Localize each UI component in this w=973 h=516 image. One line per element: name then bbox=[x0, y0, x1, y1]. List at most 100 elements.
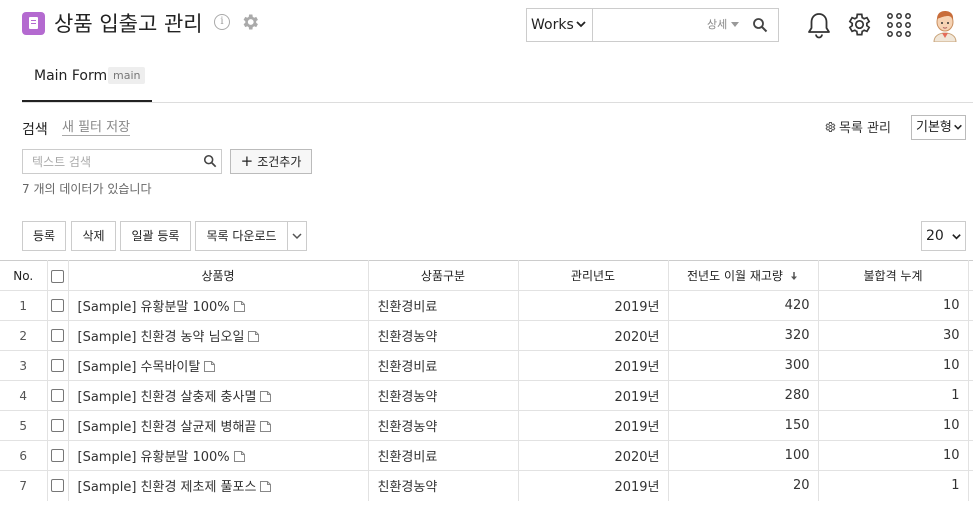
info-icon[interactable]: i bbox=[214, 14, 230, 30]
open-document-icon[interactable] bbox=[259, 390, 272, 403]
product-name-cell: [Sample] 유황분말 100% bbox=[68, 290, 369, 321]
open-document-icon[interactable] bbox=[203, 360, 216, 373]
text-search-input[interactable] bbox=[23, 150, 193, 173]
open-document-icon[interactable] bbox=[233, 300, 246, 313]
product-name-link[interactable]: [Sample] 수목바이탈 bbox=[78, 360, 201, 375]
bulk-register-button[interactable]: 일괄 등록 bbox=[120, 221, 191, 251]
sort-desc-icon[interactable] bbox=[789, 271, 799, 281]
category-cell: 친환경농약 bbox=[368, 410, 519, 441]
apps-grid-icon[interactable] bbox=[886, 12, 912, 38]
triangle-down-icon bbox=[731, 22, 740, 27]
page-size-select[interactable]: 20 bbox=[921, 221, 966, 251]
table-row[interactable]: 7 [Sample] 친환경 제초제 풀포스 친환경농약 2019년 20 1 bbox=[0, 470, 973, 501]
list-manage-label: 목록 관리 bbox=[839, 121, 891, 136]
year-cell: 2020년 bbox=[518, 320, 669, 351]
year-cell: 2020년 bbox=[518, 440, 669, 471]
column-header-no[interactable]: No. bbox=[0, 260, 48, 291]
row-select-cell bbox=[47, 440, 69, 471]
spacer-cell bbox=[968, 350, 973, 381]
stock-cell: 100 bbox=[668, 440, 819, 471]
gear-icon[interactable] bbox=[240, 12, 260, 32]
defects-cell: 10 bbox=[818, 350, 969, 381]
product-name-link[interactable]: [Sample] 유황분말 100% bbox=[78, 300, 230, 315]
column-header-stock-label: 전년도 이월 재고량 bbox=[687, 269, 783, 283]
row-number: 7 bbox=[0, 470, 48, 501]
defects-cell: 1 bbox=[818, 380, 969, 411]
view-type-label: 기본형 bbox=[916, 120, 952, 135]
select-all-checkbox[interactable] bbox=[51, 269, 64, 283]
page-size-value: 20 bbox=[926, 228, 944, 244]
row-checkbox[interactable] bbox=[51, 389, 64, 402]
tab-main-form[interactable]: Main Form main bbox=[22, 58, 152, 102]
gear-icon bbox=[825, 122, 836, 132]
column-header-year[interactable]: 관리년도 bbox=[518, 260, 669, 291]
column-header-stock[interactable]: 전년도 이월 재고량 bbox=[668, 260, 819, 291]
defects-cell: 1 bbox=[818, 470, 969, 501]
download-list-button[interactable]: 목록 다운로드 bbox=[195, 221, 288, 251]
column-header-select-all[interactable] bbox=[47, 260, 69, 291]
stock-cell: 420 bbox=[668, 290, 819, 321]
table-header-row: No. 상품명 상품구분 관리년도 전년도 이월 재고량 불합격 누계 bbox=[0, 260, 973, 291]
tab-label: Main Form bbox=[34, 68, 108, 84]
column-header-defects[interactable]: 불합격 누계 bbox=[818, 260, 969, 291]
product-name-link[interactable]: [Sample] 친환경 제초제 풀포스 bbox=[78, 480, 257, 495]
table-row[interactable]: 3 [Sample] 수목바이탈 친환경비료 2019년 300 10 bbox=[0, 350, 973, 381]
avatar[interactable] bbox=[929, 8, 961, 42]
year-cell: 2019년 bbox=[518, 380, 669, 411]
chevron-down-icon bbox=[952, 234, 961, 240]
view-type-select[interactable]: 기본형 bbox=[911, 115, 966, 140]
row-number: 5 bbox=[0, 410, 48, 441]
plus-icon: + bbox=[240, 152, 254, 170]
product-name-link[interactable]: [Sample] 유황분말 100% bbox=[78, 450, 230, 465]
open-document-icon[interactable] bbox=[233, 450, 246, 463]
product-name-cell: [Sample] 친환경 농약 님오일 bbox=[68, 320, 369, 351]
list-manage-button[interactable]: 목록 관리 bbox=[824, 117, 891, 136]
defects-cell: 30 bbox=[818, 320, 969, 351]
spacer-cell bbox=[968, 290, 973, 321]
product-name-link[interactable]: [Sample] 친환경 농약 님오일 bbox=[78, 330, 245, 345]
product-name-cell: [Sample] 친환경 살균제 병해끝 bbox=[68, 410, 369, 441]
delete-button[interactable]: 삭제 bbox=[71, 221, 116, 251]
product-name-link[interactable]: [Sample] 친환경 살충제 충사멸 bbox=[78, 390, 257, 405]
chevron-down-icon bbox=[292, 233, 302, 240]
row-checkbox[interactable] bbox=[51, 329, 64, 342]
register-button[interactable]: 등록 bbox=[22, 221, 66, 251]
search-icon[interactable] bbox=[752, 17, 768, 33]
column-header-category[interactable]: 상품구분 bbox=[368, 260, 519, 291]
row-select-cell bbox=[47, 410, 69, 441]
search-scope-select[interactable]: Works bbox=[527, 9, 593, 41]
row-checkbox[interactable] bbox=[51, 419, 64, 432]
table-row[interactable]: 4 [Sample] 친환경 살충제 충사멸 친환경농약 2019년 280 1 bbox=[0, 380, 973, 411]
table-row[interactable]: 2 [Sample] 친환경 농약 님오일 친환경농약 2020년 320 30 bbox=[0, 320, 973, 351]
search-detail-toggle[interactable]: 상세 bbox=[707, 9, 740, 41]
add-condition-button[interactable]: + 조건추가 bbox=[230, 149, 312, 174]
table-row[interactable]: 1 [Sample] 유황분말 100% 친환경비료 2019년 420 10 bbox=[0, 290, 973, 321]
column-header-name[interactable]: 상품명 bbox=[68, 260, 369, 291]
table-row[interactable]: 6 [Sample] 유황분말 100% 친환경비료 2020년 100 10 bbox=[0, 440, 973, 471]
year-cell: 2019년 bbox=[518, 350, 669, 381]
row-checkbox[interactable] bbox=[51, 479, 64, 493]
product-name-cell: [Sample] 수목바이탈 bbox=[68, 350, 369, 381]
category-cell: 친환경비료 bbox=[368, 440, 519, 471]
product-name-link[interactable]: [Sample] 친환경 살균제 병해끝 bbox=[78, 420, 257, 435]
table-row[interactable]: 5 [Sample] 친환경 살균제 병해끝 친환경농약 2019년 150 10 bbox=[0, 410, 973, 441]
global-search: Works 상세 bbox=[526, 8, 779, 42]
row-select-cell bbox=[47, 350, 69, 381]
app-document-icon bbox=[22, 12, 45, 35]
spacer-cell bbox=[968, 410, 973, 441]
settings-gear-icon[interactable] bbox=[845, 11, 872, 38]
open-document-icon[interactable] bbox=[259, 480, 272, 493]
row-checkbox[interactable] bbox=[51, 449, 64, 462]
row-checkbox[interactable] bbox=[51, 359, 64, 372]
row-number: 1 bbox=[0, 290, 48, 321]
search-detail-label: 상세 bbox=[707, 18, 728, 31]
download-options-button[interactable] bbox=[287, 221, 307, 251]
open-document-icon[interactable] bbox=[259, 420, 272, 433]
column-header-spacer bbox=[968, 260, 973, 291]
search-icon[interactable] bbox=[203, 154, 217, 168]
save-filter-link[interactable]: 새 필터 저장 bbox=[62, 120, 131, 136]
spacer-cell bbox=[968, 440, 973, 471]
row-checkbox[interactable] bbox=[51, 299, 64, 312]
open-document-icon[interactable] bbox=[247, 330, 260, 343]
bell-icon[interactable] bbox=[806, 11, 832, 39]
